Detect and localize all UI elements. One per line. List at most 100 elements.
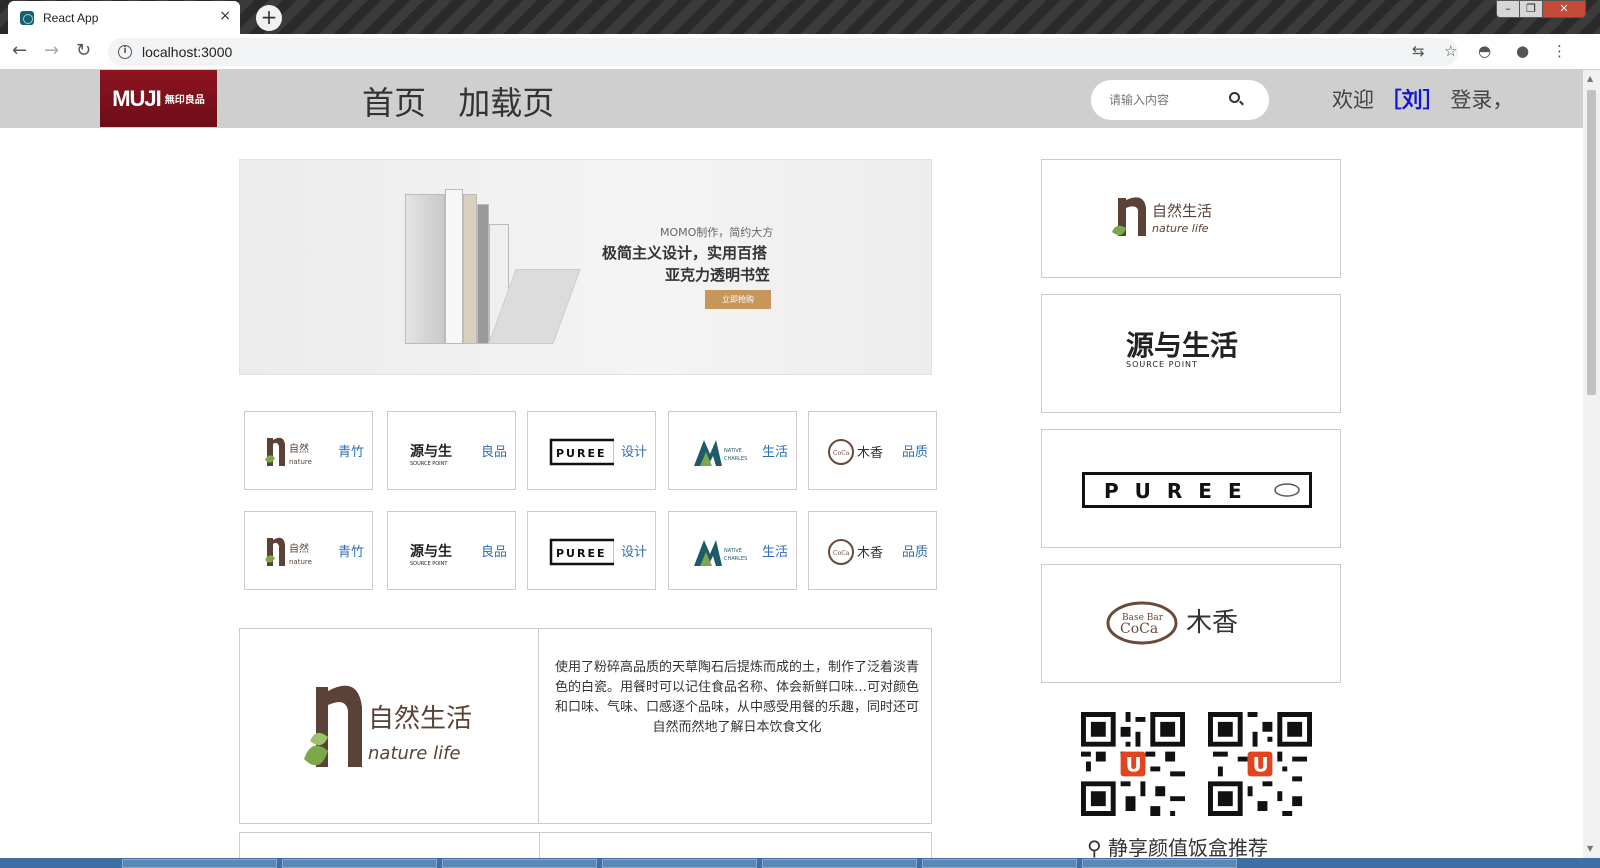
search-input[interactable] [1109,90,1229,110]
reload-icon[interactable]: ↻ [76,41,91,61]
svg-text:CoCa: CoCa [1120,621,1158,637]
tab-title: React App [43,10,99,25]
qr-code: U [1081,712,1185,816]
brand-card[interactable]: NATIVE CHARLES 生活 [668,411,797,490]
search-icon[interactable] [1229,92,1240,103]
scroll-down-icon[interactable]: ▼ [1587,844,1593,853]
taskbar-item[interactable] [762,859,917,868]
side-brand-card[interactable]: 源与生活 SOURCE POINT [1041,294,1341,413]
brand-card[interactable]: 源与生 SOURCE POINT 良品 [387,511,516,590]
maximize-button[interactable]: ❐ [1519,0,1543,18]
svg-text:SOURCE POINT: SOURCE POINT [1126,360,1198,369]
info-icon[interactable]: i [118,45,132,59]
svg-text:CHARLES: CHARLES [724,456,747,462]
brand-card[interactable]: CoCa 木香 品质 [808,511,937,590]
feature-card[interactable]: 自然生活 nature life 使用了粉碎高品质的天草陶石后提炼而成的土，制作… [239,628,932,824]
address-bar[interactable]: i localhost:3000 [108,38,1458,66]
svg-text:SOURCE POINT: SOURCE POINT [410,461,448,467]
profile-icon[interactable]: ● [1516,43,1529,59]
brand-label: 品质 [901,545,928,560]
nature-life-logo: 自然生活 nature life [304,685,472,767]
svg-text:源与生活: 源与生活 [1126,329,1238,362]
coca-muxiang-logo: CoCa 木香 [828,539,883,565]
logo-subtext: 無印良品 [164,95,205,106]
native-charlesworth-logo: NATIVE CHARLES [694,440,747,466]
svg-text:nature: nature [289,458,312,466]
svg-text:PUREE: PUREE [556,547,607,560]
back-icon[interactable]: ← [12,41,27,61]
taskbar-item[interactable] [282,859,437,868]
qr-code: U [1208,712,1312,816]
search-box [1091,80,1269,120]
close-window-button[interactable]: ✕ [1542,0,1586,18]
browser-toolbar: ← → ↻ i localhost:3000 ⇆ ☆ ◓ ● ⋮ [0,34,1600,70]
svg-text:源与生: 源与生 [410,443,452,460]
browser-tab[interactable]: React App × [8,1,240,34]
side-footer-text: 静享颜值饭盒推荐 [1108,836,1269,858]
side-brand-card[interactable]: 自然生活 nature life [1041,159,1341,278]
banner-small-text: MOMO制作，简约大方 [660,226,774,239]
forward-icon[interactable]: → [44,41,59,61]
book-image [405,194,445,344]
menu-icon[interactable]: ⋮ [1552,43,1567,59]
browser-titlebar: React App × + – ❐ ✕ [0,0,1600,34]
svg-text:CoCa: CoCa [833,450,850,457]
svg-text:NATIVE: NATIVE [724,448,742,454]
new-tab-button[interactable]: + [256,5,282,31]
side-brand-card[interactable]: PUREE [1041,429,1341,548]
brand-card[interactable]: PUREE 设计 [527,511,656,590]
feature-card-2[interactable] [239,832,932,858]
brand-card[interactable]: 源与生 SOURCE POINT 良品 [387,411,516,490]
main-nav: 首页 加载页 [362,78,576,124]
brand-card[interactable]: PUREE 设计 [527,411,656,490]
promo-banner[interactable]: MOMO制作，简约大方 极简主义设计，实用百搭 亚克力透明书笠 立即抢购 [239,159,932,375]
taskbar-item[interactable] [922,859,1077,868]
translate-icon[interactable]: ⇆ [1412,43,1425,59]
brand-card[interactable]: 自然 nature 青竹 [244,511,373,590]
svg-text:nature: nature [289,558,312,566]
taskbar-item[interactable] [602,859,757,868]
minimize-button[interactable]: – [1496,0,1520,18]
feature-image: 自然生活 nature life [240,629,539,823]
side-footer-heading: ⚲ 静享颜值饭盒推荐 [1087,832,1268,858]
tab-close-icon[interactable]: × [219,9,231,23]
muji-logo[interactable]: MUJI 無印良品 [100,70,217,127]
native-charlesworth-logo: NATIVE CHARLES [694,540,747,566]
brand-label: 青竹 [337,545,364,560]
scroll-up-icon[interactable]: ▲ [1587,74,1593,83]
buy-now-button[interactable]: 立即抢购 [705,290,771,309]
taskbar-item[interactable] [1082,859,1237,868]
bookmark-star-icon[interactable]: ☆ [1444,43,1457,59]
welcome-prefix: 欢迎 [1332,88,1374,112]
username-link[interactable]: ［刘］ [1381,88,1444,112]
brand-card[interactable]: NATIVE CHARLES 生活 [668,511,797,590]
scroll-thumb[interactable] [1587,90,1596,395]
react-icon [20,10,34,25]
welcome-text: 欢迎 ［刘］ 登录， [1332,84,1513,114]
brand-card[interactable]: 自然 nature 青竹 [244,411,373,490]
svg-text:PUREE: PUREE [556,447,607,460]
taskbar-item[interactable] [442,859,597,868]
site-header: MUJI 無印良品 首页 加载页 欢迎 ［刘］ 登录， [0,70,1583,128]
url-text[interactable]: localhost:3000 [142,44,232,60]
taskbar-item[interactable] [122,859,277,868]
nav-loading-link[interactable]: 加载页 [458,84,554,122]
brand-label: 青竹 [337,445,364,460]
incognito-icon[interactable]: ◓ [1478,43,1491,59]
brand-card[interactable]: CoCa 木香 品质 [808,411,937,490]
location-icon: ⚲ [1087,836,1109,858]
svg-text:自然生活: 自然生活 [368,704,472,734]
page-scrollbar[interactable]: ▲ ▼ [1583,70,1600,858]
banner-title-2: 亚克力透明书笠 [665,266,771,284]
nature-life-logo: 自然 nature [265,437,312,466]
side-brand-card[interactable]: Base Bar CoCa 木香 [1041,564,1341,683]
svg-text:PUREE: PUREE [1104,479,1258,503]
nav-home-link[interactable]: 首页 [362,84,426,122]
login-link[interactable]: 登录， [1450,88,1513,112]
svg-text:自然: 自然 [289,542,309,555]
source-point-logo: 源与生 SOURCE POINT [410,443,452,467]
source-point-logo: 源与生活 SOURCE POINT [1126,329,1238,369]
svg-text:SOURCE POINT: SOURCE POINT [410,561,448,567]
brand-label: 良品 [480,545,507,560]
svg-text:源与生: 源与生 [410,543,452,560]
